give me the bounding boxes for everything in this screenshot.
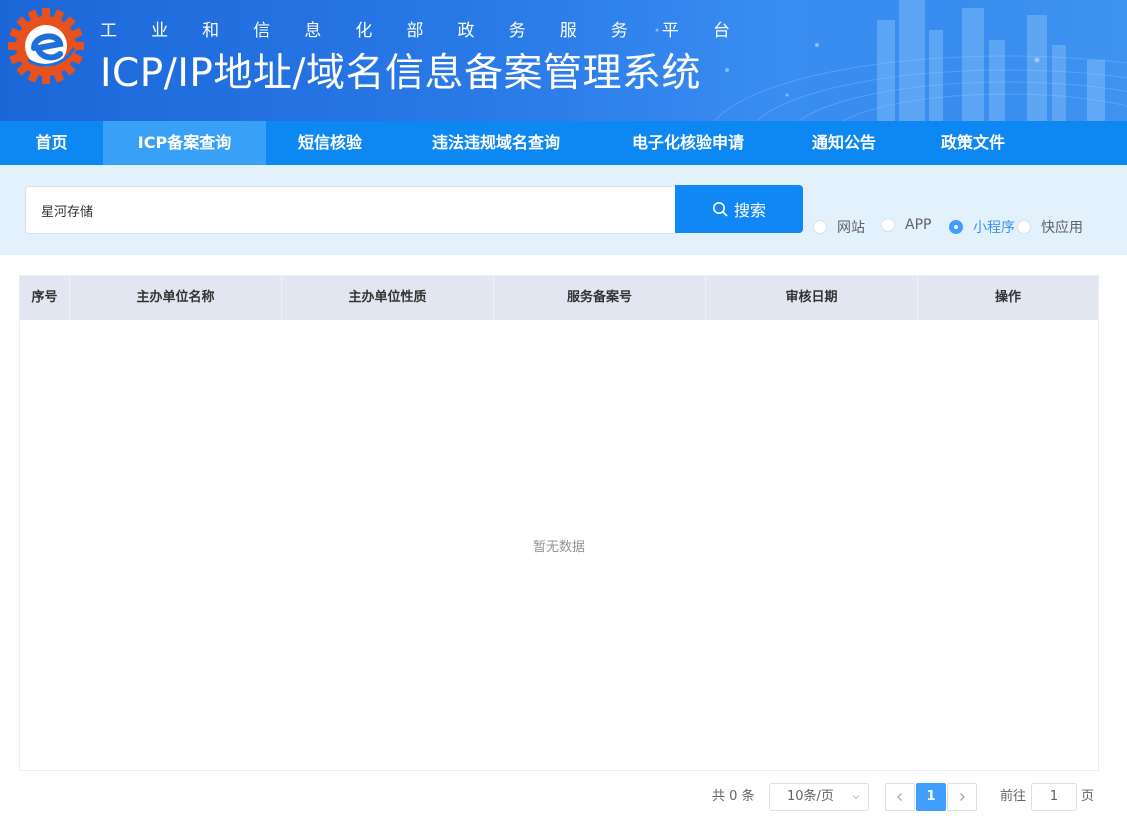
nav-item-notices[interactable]: 通知公告	[778, 121, 910, 165]
radio-label: APP	[905, 217, 932, 233]
main-nav: 首页 ICP备案查询 短信核验 违法违规域名查询 电子化核验申请 通知公告 政策…	[0, 121, 1127, 165]
goto-page-input[interactable]: 1	[1031, 783, 1077, 811]
subtitle-char: 化	[355, 21, 373, 41]
platform-subtitle: 工 业 和 信 息 化 部 政 务 服 务 平 台	[100, 16, 730, 41]
nav-item-home[interactable]: 首页	[0, 121, 103, 165]
radio-mini-program[interactable]: 小程序	[949, 217, 1015, 237]
search-button[interactable]: 搜索	[675, 185, 803, 233]
prev-page-button[interactable]	[885, 783, 915, 811]
radio-circle	[813, 220, 827, 234]
subtitle-char: 服	[559, 21, 577, 41]
search-button-label: 搜索	[733, 201, 766, 220]
nav-item-policy-docs[interactable]: 政策文件	[910, 121, 1036, 165]
results-table: 序号 主办单位名称 主办单位性质 服务备案号 审核日期 操作 暂无数据	[19, 275, 1099, 771]
table-header: 序号 主办单位名称 主办单位性质 服务备案号 审核日期 操作	[20, 276, 1098, 320]
column-header-sponsor-type: 主办单位性质	[282, 276, 494, 320]
radio-circle	[1017, 220, 1031, 234]
pagination-total: 共 0 条	[712, 789, 755, 804]
radio-quick-app[interactable]: 快应用	[1017, 217, 1083, 237]
empty-state-text: 暂无数据	[532, 539, 585, 555]
page-number-current[interactable]: 1	[916, 783, 946, 811]
radio-website[interactable]: 网站	[813, 217, 865, 237]
column-header-license-no: 服务备案号	[494, 276, 706, 320]
search-bar-area: 搜索 网站 APP 小程序 快应用	[0, 165, 1127, 255]
radio-circle-checked	[949, 220, 963, 234]
miit-gear-logo-icon	[8, 8, 84, 84]
subtitle-char: 部	[406, 21, 424, 41]
goto-label: 前往	[1000, 789, 1027, 804]
subtitle-char: 信	[253, 21, 271, 41]
subtitle-char: 务	[508, 21, 526, 41]
radio-label: 快应用	[1041, 220, 1083, 236]
header-banner: 工 业 和 信 息 化 部 政 务 服 务 平 台 ICP/IP地址/域名信息备…	[0, 0, 1127, 121]
goto-unit-label: 页	[1081, 789, 1095, 804]
column-header-actions: 操作	[994, 290, 1021, 305]
radio-app[interactable]: APP	[881, 217, 931, 233]
subtitle-char: 息	[304, 21, 322, 41]
nav-item-e-verify-apply[interactable]: 电子化核验申请	[598, 121, 778, 165]
subtitle-char: 工	[100, 21, 117, 41]
chevron-left-icon	[897, 793, 902, 801]
column-header-audit-date: 审核日期	[706, 276, 918, 320]
subtitle-char: 业	[151, 21, 169, 41]
radio-circle	[881, 218, 895, 232]
subtitle-char: 平	[661, 21, 679, 41]
page-title: ICP/IP地址/域名信息备案管理系统	[100, 51, 702, 96]
chevron-right-icon	[960, 793, 965, 801]
page-size-select[interactable]: 10条/页	[769, 783, 869, 811]
column-header-sponsor-name: 主办单位名称	[70, 276, 282, 320]
search-icon	[712, 202, 728, 217]
nav-item-illegal-domain-query[interactable]: 违法违规域名查询	[394, 121, 598, 165]
radio-label: 网站	[837, 220, 865, 236]
column-header-index: 序号	[20, 276, 70, 320]
subtitle-char: 和	[202, 21, 220, 41]
subtitle-char: 政	[457, 21, 475, 41]
nav-item-icp-query[interactable]: ICP备案查询	[103, 121, 266, 165]
subtitle-char: 台	[712, 21, 730, 41]
search-input[interactable]	[25, 186, 677, 234]
chevron-down-icon	[852, 795, 860, 800]
subtitle-char: 务	[610, 21, 628, 41]
page-size-value: 10条/页	[787, 789, 834, 804]
radio-label: 小程序	[973, 220, 1015, 236]
next-page-button[interactable]	[947, 783, 977, 811]
nav-item-sms-verify[interactable]: 短信核验	[266, 121, 394, 165]
